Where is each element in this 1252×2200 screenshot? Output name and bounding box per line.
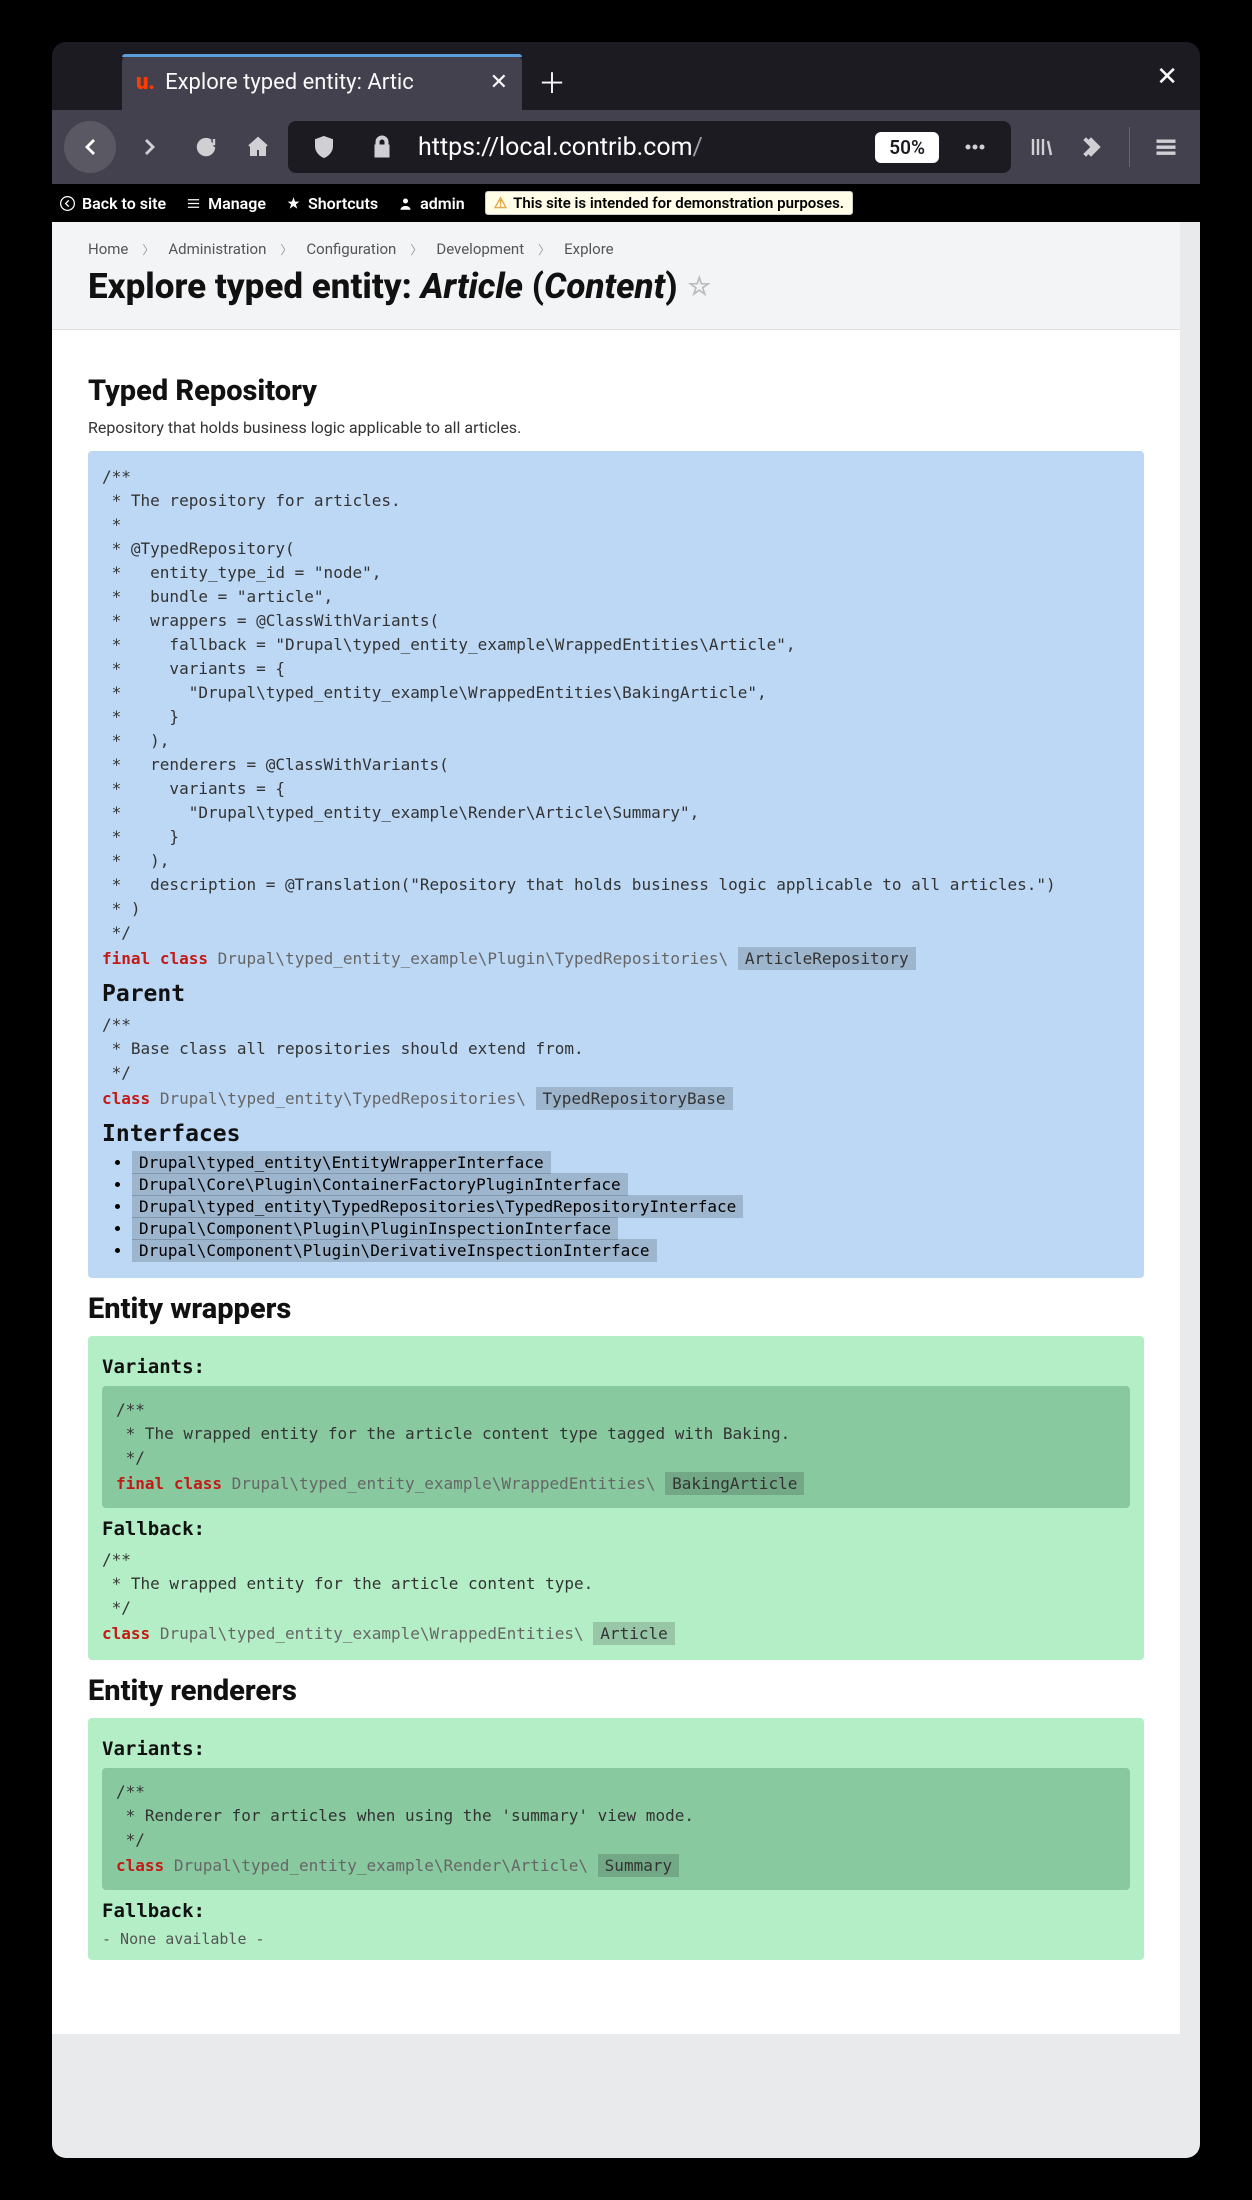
- page-header: Home〉 Administration〉 Configuration〉 Dev…: [52, 222, 1180, 330]
- title-subclose: ): [665, 266, 677, 307]
- hamburger-icon[interactable]: [1144, 125, 1188, 169]
- parent-declaration: class Drupal\typed_entity\TypedRepositor…: [102, 1087, 1130, 1111]
- repo-panel: /** * The repository for articles. * * @…: [88, 451, 1144, 1278]
- browser-window: u. Explore typed entity: Artic ✕ ＋ ✕: [52, 42, 1200, 2158]
- home-button[interactable]: [236, 125, 280, 169]
- toolbar-divider: [1129, 127, 1130, 167]
- repo-heading: Typed Repository: [88, 374, 1144, 408]
- url-path: /: [693, 133, 703, 162]
- url-bar[interactable]: https://local.contrib.com/ 50%: [288, 121, 1011, 173]
- wrapper-fallback-doc: /** * The wrapped entity for the article…: [102, 1548, 1130, 1620]
- star-icon[interactable]: ☆: [688, 272, 711, 302]
- library-icon[interactable]: [1019, 125, 1063, 169]
- wrapper-variant-doc: /** * The wrapped entity for the article…: [116, 1398, 1116, 1470]
- breadcrumb-item[interactable]: Explore: [564, 240, 614, 258]
- user-menu[interactable]: admin: [398, 194, 465, 213]
- warning-icon: ⚠: [494, 194, 507, 212]
- breadcrumb-item[interactable]: Home: [88, 240, 128, 258]
- page-title: Explore typed entity: Article (Content) …: [88, 266, 1144, 307]
- renderers-panel: Variants: /** * Renderer for articles wh…: [88, 1718, 1144, 1960]
- interface-item: Drupal\Component\Plugin\DerivativeInspec…: [132, 1241, 1130, 1260]
- manage-menu[interactable]: Manage: [186, 194, 266, 213]
- interface-item: Drupal\typed_entity\TypedRepositories\Ty…: [132, 1197, 1130, 1216]
- renderer-variant-doc: /** * Renderer for articles when using t…: [116, 1780, 1116, 1852]
- breadcrumb-item[interactable]: Configuration: [306, 240, 396, 258]
- title-prefix: Explore typed entity:: [88, 266, 421, 307]
- forward-button[interactable]: [124, 121, 176, 173]
- title-subopen: (: [523, 266, 544, 307]
- renderers-fallback-heading: Fallback:: [102, 1900, 1130, 1922]
- breadcrumb-item[interactable]: Development: [436, 240, 524, 258]
- repo-docblock: /** * The repository for articles. * * @…: [102, 465, 1130, 945]
- browser-toolbar: https://local.contrib.com/ 50%: [52, 110, 1200, 184]
- lock-icon[interactable]: [360, 125, 404, 169]
- url-scheme: https://: [418, 133, 499, 162]
- renderer-variant-decl: class Drupal\typed_entity_example\Render…: [116, 1854, 1116, 1878]
- wrapper-variant-box: /** * The wrapped entity for the article…: [102, 1386, 1130, 1508]
- title-sub: Content: [544, 266, 665, 307]
- reload-button[interactable]: [184, 125, 228, 169]
- url-text: https://local.contrib.com/: [418, 133, 861, 162]
- new-tab-button[interactable]: ＋: [522, 54, 582, 110]
- wrappers-heading: Entity wrappers: [88, 1292, 1144, 1326]
- title-entity: Article: [421, 266, 523, 307]
- shortcuts-label: Shortcuts: [308, 194, 378, 213]
- parent-heading: Parent: [102, 981, 1130, 1007]
- renderers-heading: Entity renderers: [88, 1674, 1144, 1708]
- demo-warning: ⚠ This site is intended for demonstratio…: [485, 191, 853, 215]
- overflow-icon[interactable]: [1071, 125, 1115, 169]
- wrapper-fallback-decl: class Drupal\typed_entity_example\Wrappe…: [102, 1622, 1130, 1646]
- back-to-site-link[interactable]: Back to site: [60, 194, 166, 213]
- demo-warning-text: This site is intended for demonstration …: [513, 194, 844, 212]
- page-scroll[interactable]: Back to site Manage Shortcuts admin ⚠ Th…: [52, 184, 1200, 2158]
- user-label: admin: [420, 194, 465, 213]
- viewport: Back to site Manage Shortcuts admin ⚠ Th…: [52, 184, 1200, 2158]
- interface-item: Drupal\typed_entity\EntityWrapperInterfa…: [132, 1153, 1130, 1172]
- meatball-icon[interactable]: [953, 125, 997, 169]
- renderers-fallback-none: - None available -: [102, 1930, 1130, 1948]
- repo-declaration: final class Drupal\typed_entity_example\…: [102, 947, 1130, 971]
- window-close-icon[interactable]: ✕: [1156, 62, 1178, 92]
- renderer-variant-box: /** * Renderer for articles when using t…: [102, 1768, 1130, 1890]
- tab-active-indicator: [122, 54, 522, 57]
- tab-bar: u. Explore typed entity: Artic ✕ ＋ ✕: [52, 42, 1200, 110]
- page-content: Typed Repository Repository that holds b…: [52, 330, 1180, 2034]
- back-button[interactable]: [64, 121, 116, 173]
- tab-title: Explore typed entity: Artic: [165, 70, 479, 95]
- zoom-indicator[interactable]: 50%: [875, 132, 939, 163]
- browser-tab[interactable]: u. Explore typed entity: Artic ✕: [122, 54, 522, 110]
- tab-close-icon[interactable]: ✕: [490, 70, 508, 95]
- shortcuts-menu[interactable]: Shortcuts: [286, 194, 378, 213]
- wrapper-variant-decl: final class Drupal\typed_entity_example\…: [116, 1472, 1116, 1496]
- manage-label: Manage: [208, 194, 266, 213]
- interface-item: Drupal\Core\Plugin\ContainerFactoryPlugi…: [132, 1175, 1130, 1194]
- wrappers-panel: Variants: /** * The wrapped entity for t…: [88, 1336, 1144, 1660]
- breadcrumb: Home〉 Administration〉 Configuration〉 Dev…: [88, 240, 1144, 258]
- shield-icon[interactable]: [302, 125, 346, 169]
- favicon-icon: u.: [136, 70, 155, 95]
- breadcrumb-item[interactable]: Administration: [168, 240, 266, 258]
- url-domain: local.contrib.com: [499, 133, 692, 162]
- repo-desc: Repository that holds business logic app…: [88, 418, 1144, 437]
- page: Home〉 Administration〉 Configuration〉 Dev…: [52, 222, 1180, 2034]
- wrappers-fallback-heading: Fallback:: [102, 1518, 1130, 1540]
- parent-docblock: /** * Base class all repositories should…: [102, 1013, 1130, 1085]
- renderers-variants-heading: Variants:: [102, 1738, 1130, 1760]
- interface-item: Drupal\Component\Plugin\PluginInspection…: [132, 1219, 1130, 1238]
- wrappers-variants-heading: Variants:: [102, 1356, 1130, 1378]
- interfaces-heading: Interfaces: [102, 1121, 1130, 1147]
- back-to-site-label: Back to site: [82, 194, 166, 213]
- interfaces-list: Drupal\typed_entity\EntityWrapperInterfa…: [102, 1153, 1130, 1260]
- admin-toolbar: Back to site Manage Shortcuts admin ⚠ Th…: [52, 184, 1200, 222]
